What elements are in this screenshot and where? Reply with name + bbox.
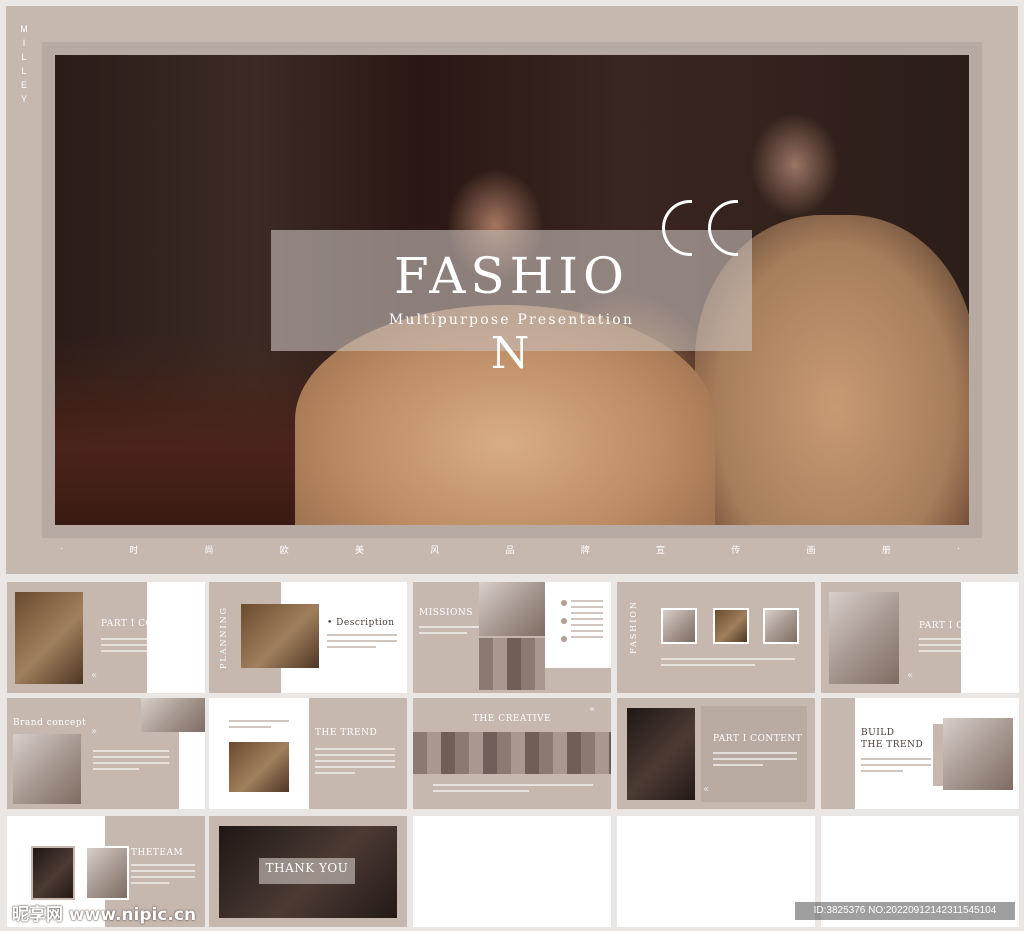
- tagline-char: 时: [129, 545, 139, 555]
- slide-heading: THETEAM: [131, 848, 184, 858]
- brand-vertical-text: M I L L E Y: [20, 24, 28, 104]
- slide-thumbnail-8[interactable]: THE CREATIVE «: [413, 698, 611, 809]
- tagline-char: 宣: [655, 545, 665, 555]
- slide-thumbnail-12[interactable]: THANK YOU: [209, 816, 407, 927]
- slide-thumbnail-5[interactable]: PART I CONTENT «: [821, 582, 1019, 693]
- hero-title-last-letter: N: [490, 328, 530, 379]
- tagline-char: 风: [430, 545, 440, 555]
- slide-heading: PART I CONTENT: [713, 734, 803, 744]
- tagline-char: ·: [956, 543, 960, 553]
- watermark-id: ID:3825376 NO:20220912142311545104: [795, 902, 1015, 920]
- tagline-char: 册: [881, 545, 891, 555]
- slide-thumbnail-2[interactable]: PLANNING • Description: [209, 582, 407, 693]
- hero-subtitle: Multipurpose Presentation: [388, 312, 635, 328]
- slide-vertical-label: PLANNING: [219, 606, 228, 670]
- tagline-char: 欧: [279, 545, 289, 555]
- slide-thumbnail-1[interactable]: PART I CONTENT «: [7, 582, 205, 693]
- empty-slot: [617, 816, 815, 927]
- slide-heading: PART I CONTENT: [101, 619, 191, 629]
- tagline-char: 尚: [204, 545, 214, 555]
- watermark-logo: 昵享网 www.nipic.cn: [12, 905, 197, 925]
- hero-title: FASHIO: [393, 247, 630, 305]
- tagline-char: 品: [505, 545, 515, 555]
- slide-heading: Brand concept: [13, 718, 87, 728]
- slide-heading: • Description: [327, 618, 395, 628]
- tagline-char: ·: [60, 543, 63, 553]
- tagline-char: 美: [354, 545, 364, 555]
- slide-heading-line1: BUILD: [861, 728, 895, 738]
- slide-vertical-label: FASHION: [629, 600, 638, 654]
- slide-heading: THE CREATIVE: [472, 714, 552, 724]
- slide-heading: THE TREND: [315, 728, 378, 738]
- hero-tagline: · 时 尚 欧 美 风 品 牌 宣 传 画 册 ·: [60, 543, 960, 556]
- tagline-char: 传: [731, 545, 741, 555]
- slide-thumbnail-3[interactable]: MISSIONS: [413, 582, 611, 693]
- slide-thumbnail-9[interactable]: PART I CONTENT «: [617, 698, 815, 809]
- slide-thumbnail-10[interactable]: BUILD THE TREND: [821, 698, 1019, 809]
- slide-heading-line2: THE TREND: [861, 740, 924, 750]
- slide-heading: MISSIONS: [419, 608, 473, 618]
- tagline-char: 画: [806, 545, 816, 555]
- tagline-char: 牌: [580, 545, 590, 555]
- slide-heading: PART I CONTENT: [919, 621, 1009, 631]
- slide-heading: THANK YOU: [265, 861, 349, 875]
- slide-thumbnail-4[interactable]: FASHION: [617, 582, 815, 693]
- slide-thumbnail-7[interactable]: THE TREND: [209, 698, 407, 809]
- empty-slot: [413, 816, 611, 927]
- slide-thumbnail-6[interactable]: Brand concept »: [7, 698, 205, 809]
